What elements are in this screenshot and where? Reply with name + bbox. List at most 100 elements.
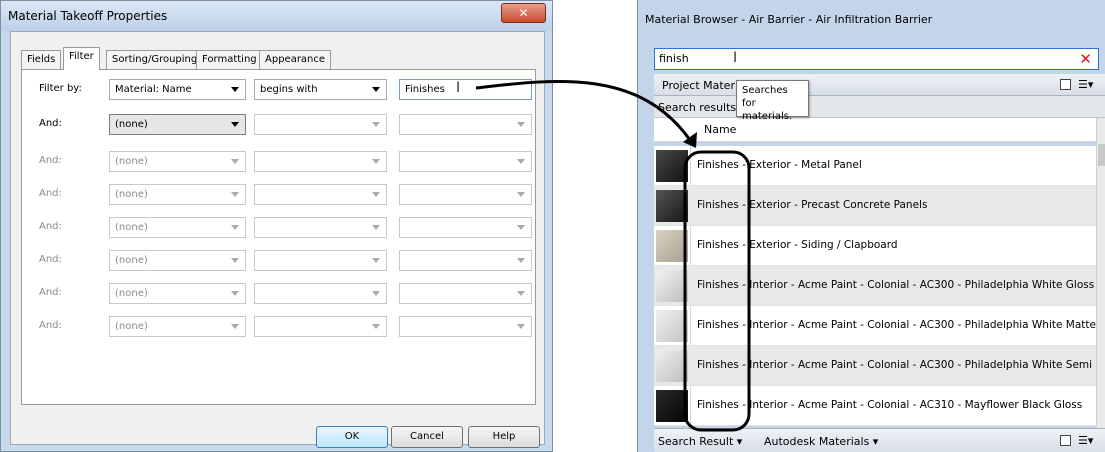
- chevron-down-icon: [517, 291, 525, 296]
- filter-operator-select-1[interactable]: begins with: [254, 79, 387, 100]
- browser-title: Material Browser - Air Barrier - Air Inf…: [645, 13, 933, 26]
- filter-by-label: Filter by:: [39, 83, 82, 94]
- filter-operator-select-2[interactable]: [254, 114, 387, 135]
- chevron-down-icon: [372, 192, 380, 197]
- tab-sorting-grouping[interactable]: Sorting/Grouping: [106, 50, 204, 69]
- filter-value-select-3[interactable]: [399, 151, 532, 172]
- list-item[interactable]: Finishes - Interior - Acme Paint - Colon…: [654, 266, 1097, 306]
- filter-panel: Filter by: Material: Name begins with Fi…: [21, 69, 536, 405]
- material-thumbnail: [656, 150, 688, 182]
- list-item[interactable]: Finishes - Exterior - Metal Panel: [654, 146, 1097, 186]
- filter-value-select-7[interactable]: [399, 283, 532, 304]
- list-view-icon[interactable]: ☰▾: [1078, 79, 1093, 90]
- filter-operator-select-8[interactable]: [254, 316, 387, 337]
- and-label: And:: [39, 320, 62, 331]
- material-thumbnail: [656, 350, 688, 382]
- and-label: And:: [39, 155, 62, 166]
- filter-operator-select-3[interactable]: [254, 151, 387, 172]
- material-thumbnail: [656, 230, 688, 262]
- list-item[interactable]: Finishes - Exterior - Siding / Clapboard: [654, 226, 1097, 266]
- chevron-down-icon: [517, 122, 525, 127]
- filter-operator-select-4[interactable]: [254, 184, 387, 205]
- filter-field-value: (none): [115, 156, 148, 167]
- chevron-down-icon: [372, 87, 380, 92]
- tab-filter[interactable]: Filter: [63, 47, 100, 70]
- tab-autodesk-materials-label: Autodesk Materials: [764, 435, 870, 448]
- chevron-down-icon: [231, 159, 239, 164]
- tab-appearance[interactable]: Appearance: [259, 50, 332, 69]
- material-results-list: Finishes - Exterior - Metal Panel Finish…: [654, 146, 1097, 426]
- filter-field-select-4[interactable]: (none): [109, 184, 246, 205]
- list-item[interactable]: Finishes - Exterior - Precast Concrete P…: [654, 186, 1097, 226]
- help-button[interactable]: Help: [468, 426, 540, 448]
- chevron-down-icon: [231, 291, 239, 296]
- list-item[interactable]: Finishes - Interior - Acme Paint - Colon…: [654, 306, 1097, 346]
- list-view-icon[interactable]: ☰▾: [1078, 435, 1093, 446]
- filter-field-select-3[interactable]: (none): [109, 151, 246, 172]
- material-thumbnail: [656, 390, 688, 422]
- chevron-down-icon: [517, 225, 525, 230]
- list-item[interactable]: Finishes - Interior - Acme Paint - Colon…: [654, 346, 1097, 386]
- and-label: And:: [39, 118, 62, 129]
- chevron-down-icon: [231, 324, 239, 329]
- filter-field-value: (none): [115, 189, 148, 200]
- filter-field-select-2[interactable]: (none): [109, 114, 246, 135]
- text-cursor-icon: I: [456, 80, 461, 96]
- filter-value-text: Finishes: [405, 84, 445, 95]
- filter-field-select-7[interactable]: (none): [109, 283, 246, 304]
- clear-search-icon[interactable]: ✕: [1079, 49, 1092, 69]
- filter-field-value: (none): [115, 255, 148, 266]
- tab-autodesk-materials[interactable]: Autodesk Materials ▾: [764, 435, 878, 448]
- dialog-body: Fields Filter Sorting/Grouping Formattin…: [10, 31, 545, 448]
- filter-value-select-2[interactable]: [399, 114, 532, 135]
- close-button[interactable]: ✕: [501, 3, 546, 23]
- chevron-down-icon: [517, 258, 525, 263]
- chevron-down-icon: [372, 258, 380, 263]
- filter-operator-select-5[interactable]: [254, 217, 387, 238]
- dialog-titlebar[interactable]: Material Takeoff Properties ✕: [1, 1, 552, 31]
- tab-formatting[interactable]: Formatting: [196, 50, 263, 69]
- filter-field-select-8[interactable]: (none): [109, 316, 246, 337]
- chevron-down-icon: [372, 225, 380, 230]
- chevron-down-icon: [372, 324, 380, 329]
- column-header: Name: [654, 118, 1097, 142]
- chevron-down-icon: [231, 87, 239, 92]
- filter-field-select-6[interactable]: (none): [109, 250, 246, 271]
- chevron-down-icon: [517, 192, 525, 197]
- list-item[interactable]: Finishes - Interior - Acme Paint - Colon…: [654, 386, 1097, 426]
- tab-fields[interactable]: Fields: [21, 50, 62, 69]
- and-label: And:: [39, 254, 62, 265]
- filter-field-value: (none): [115, 288, 148, 299]
- search-input[interactable]: finish I ✕: [654, 48, 1099, 70]
- filter-operator-select-7[interactable]: [254, 283, 387, 304]
- scrollbar-thumb[interactable]: [1098, 144, 1105, 166]
- and-label: And:: [39, 287, 62, 298]
- filter-value-select-8[interactable]: [399, 316, 532, 337]
- filter-value-select-4[interactable]: [399, 184, 532, 205]
- view-toggle-icon[interactable]: [1060, 435, 1071, 446]
- search-value: finish: [659, 52, 689, 65]
- cancel-button[interactable]: Cancel: [391, 426, 463, 448]
- material-name: Finishes - Interior - Acme Paint - Colon…: [697, 359, 1097, 371]
- results-scrollbar[interactable]: [1096, 118, 1105, 428]
- filter-field-select-5[interactable]: (none): [109, 217, 246, 238]
- filter-operator-value: begins with: [260, 84, 318, 95]
- filter-value-select-6[interactable]: [399, 250, 532, 271]
- chevron-down-icon: [517, 324, 525, 329]
- view-toggle-icon[interactable]: [1060, 79, 1071, 90]
- column-name-label[interactable]: Name: [704, 123, 736, 136]
- ok-button[interactable]: OK: [316, 426, 388, 448]
- tab-search-result[interactable]: Search Result ▾: [658, 435, 742, 448]
- filter-value-input-1[interactable]: Finishes I: [399, 79, 532, 100]
- chevron-down-icon: [372, 291, 380, 296]
- material-name: Finishes - Exterior - Siding / Clapboard: [697, 239, 898, 251]
- dialog-title: Material Takeoff Properties: [8, 9, 168, 23]
- filter-value-select-5[interactable]: [399, 217, 532, 238]
- and-label: And:: [39, 188, 62, 199]
- material-takeoff-dialog: Material Takeoff Properties ✕ Fields Fil…: [0, 0, 553, 452]
- filter-field-select-1[interactable]: Material: Name: [109, 79, 246, 100]
- material-thumbnail: [656, 190, 688, 222]
- chevron-down-icon: [231, 258, 239, 263]
- and-label: And:: [39, 221, 62, 232]
- filter-operator-select-6[interactable]: [254, 250, 387, 271]
